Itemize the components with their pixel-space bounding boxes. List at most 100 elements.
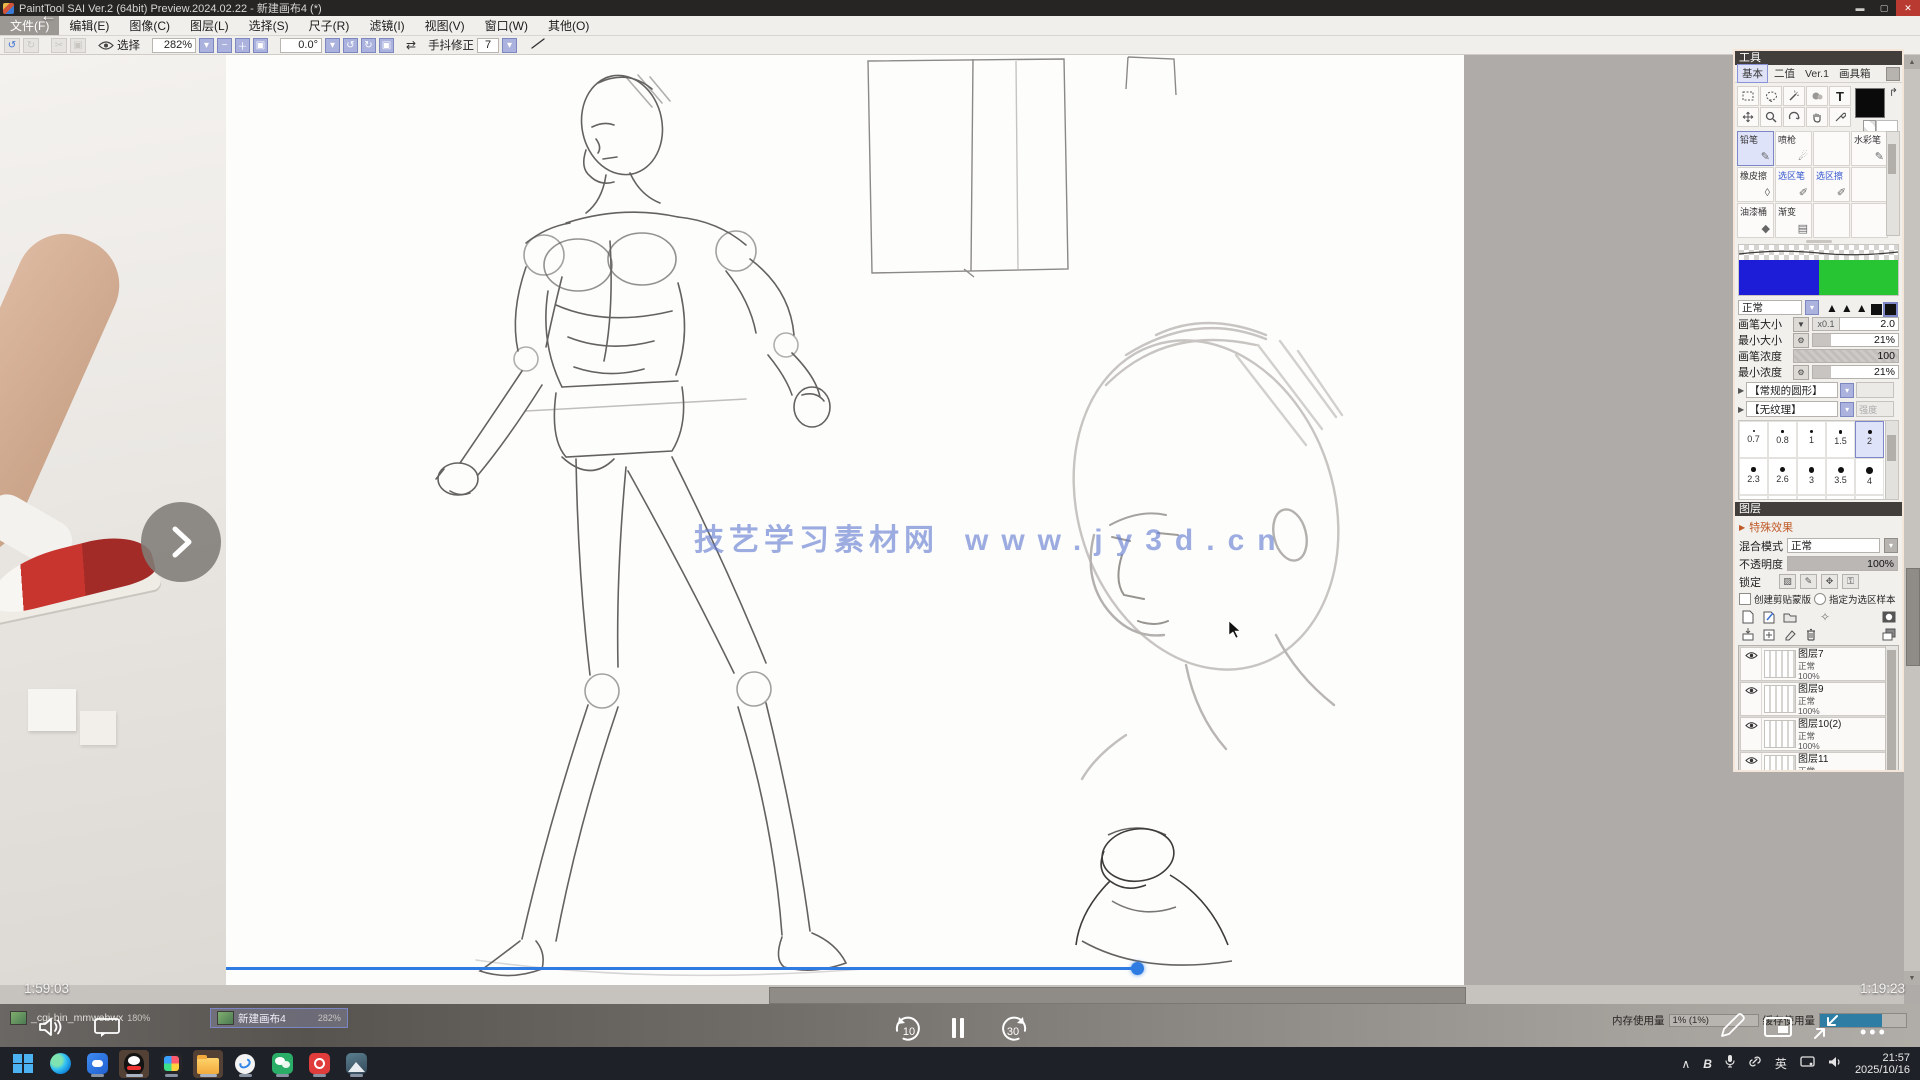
size-preset[interactable] (1768, 495, 1797, 500)
rect-select-icon[interactable] (1737, 86, 1759, 106)
layer-row[interactable]: 图层9正常100% (1740, 682, 1897, 716)
taskbar-edge[interactable] (45, 1050, 75, 1078)
size-preset[interactable] (1739, 495, 1768, 500)
lock-transparency-icon[interactable]: ▨ (1779, 574, 1796, 589)
hand-tool-icon[interactable] (1806, 107, 1828, 127)
tray-app-icon[interactable]: B (1703, 1057, 1712, 1071)
size-preset[interactable]: 2.3 (1739, 458, 1768, 495)
taskbar-explorer[interactable] (193, 1050, 223, 1078)
new-layer-icon[interactable] (1740, 609, 1756, 624)
menu-edit[interactable]: 编辑(E) (59, 16, 119, 35)
video-progress-knob[interactable] (1131, 962, 1144, 975)
start-button[interactable] (8, 1050, 38, 1078)
magic-wand-icon[interactable] (1783, 86, 1805, 106)
stabilizer-value[interactable]: 7 (477, 38, 499, 53)
flip-icon[interactable]: ⇄ (406, 38, 416, 52)
brush-texture-select[interactable]: 【无纹理】 (1746, 401, 1838, 417)
maximize-button[interactable]: ▢ (1872, 0, 1896, 16)
scroll-up-icon[interactable]: ▲ (1904, 55, 1920, 69)
lock-pixels-icon[interactable]: ✎ (1800, 574, 1817, 589)
size-preset[interactable]: 3 (1797, 458, 1826, 495)
taskbar-qq[interactable] (119, 1050, 149, 1078)
brush-shape-dropdown-icon[interactable]: ▾ (1840, 383, 1854, 398)
brush-blend-mode[interactable]: 正常 (1738, 300, 1802, 315)
forward-30-button[interactable]: 30 (998, 1015, 1028, 1048)
taskbar-photos[interactable] (341, 1050, 371, 1078)
display-icon[interactable] (1800, 1055, 1815, 1073)
annotate-pencil-icon[interactable] (1716, 1012, 1746, 1047)
more-options-icon[interactable]: ••• (1860, 1022, 1888, 1043)
menu-window[interactable]: 窗口(W) (475, 16, 538, 35)
brush-edge-shapes[interactable]: ▲▲▲ (1826, 301, 1896, 315)
horizontal-scroll-thumb[interactable] (769, 987, 1466, 1004)
minimize-button[interactable]: ▬ (1848, 0, 1872, 16)
brush-bucket[interactable]: 油漆桶◆ (1737, 203, 1774, 238)
curve-tool-icon[interactable]: ✧ (1817, 609, 1833, 624)
menu-filter[interactable]: 滤镜(I) (359, 16, 414, 35)
undo-icon[interactable]: ↺ (4, 38, 20, 53)
size-preset[interactable]: 3.5 (1826, 458, 1855, 495)
close-button[interactable]: ✕ (1896, 0, 1920, 16)
new-pen-layer-icon[interactable] (1761, 609, 1777, 624)
size-preset[interactable]: 2.6 (1768, 458, 1797, 495)
size-preset[interactable]: 0.7 (1739, 421, 1768, 458)
volume-icon[interactable] (38, 1016, 64, 1043)
scroll-down-icon[interactable]: ▼ (1904, 971, 1920, 985)
rotate-reset-button[interactable]: ▣ (379, 38, 394, 53)
zoom-reset-button[interactable]: ▣ (253, 38, 268, 53)
menu-others[interactable]: 其他(O) (538, 16, 599, 35)
size-preset-selected[interactable]: 2 (1855, 421, 1884, 458)
stabilizer-dropdown-icon[interactable]: ▾ (502, 38, 517, 53)
video-progress-bar[interactable] (226, 967, 1139, 970)
clipping-mask-checkbox[interactable] (1739, 593, 1751, 605)
link-icon[interactable] (1748, 1055, 1762, 1073)
brush-empty-slot[interactable] (1813, 131, 1850, 166)
brush-size-dropdown-icon[interactable]: ▼ (1793, 317, 1809, 332)
quick-select-icon[interactable] (1806, 86, 1828, 106)
expand-icon[interactable]: ▶ (1738, 386, 1744, 395)
redo-icon[interactable]: ↻ (23, 38, 39, 53)
tab-basic[interactable]: 基本 (1737, 64, 1768, 83)
delete-layer-icon[interactable] (1803, 627, 1819, 642)
eyedropper-icon[interactable] (1829, 107, 1851, 127)
tab-binary[interactable]: 二值 (1770, 65, 1799, 82)
menu-image[interactable]: 图像(C) (119, 16, 180, 35)
vertical-scroll-thumb[interactable] (1906, 568, 1920, 666)
layer-visibility-icon[interactable] (1741, 648, 1761, 663)
add-layer-icon[interactable] (1761, 627, 1777, 642)
size-preset[interactable]: 0.8 (1768, 421, 1797, 458)
size-preset[interactable]: 4 (1855, 458, 1884, 495)
player-back-button[interactable]: ← (40, 6, 57, 26)
text-tool-icon[interactable]: T (1829, 86, 1851, 106)
menu-view[interactable]: 视图(V) (415, 16, 475, 35)
mix-color-blue[interactable] (1739, 260, 1819, 295)
primary-color-swatch[interactable] (1855, 88, 1885, 118)
microphone-icon[interactable] (1725, 1054, 1735, 1073)
angle-value[interactable]: 0.0° (280, 38, 322, 53)
rewind-10-button[interactable]: 10 (894, 1015, 924, 1048)
color-mix-preview[interactable] (1738, 244, 1899, 296)
speaker-icon[interactable] (1828, 1055, 1842, 1073)
brush-selection-pen[interactable]: 选区笔✐ (1775, 167, 1812, 202)
swap-colors-icon[interactable]: ↱ (1889, 86, 1898, 99)
lasso-icon[interactable] (1760, 86, 1782, 106)
layer-visibility-icon[interactable] (1741, 683, 1761, 698)
next-image-button[interactable] (141, 502, 221, 582)
brush-empty-slot[interactable] (1813, 203, 1850, 238)
mix-color-green[interactable] (1819, 260, 1899, 295)
opacity-slider[interactable]: 100% (1787, 556, 1898, 571)
min-size-button[interactable]: ⚙ (1793, 333, 1809, 348)
layer-blend-dropdown-icon[interactable]: ▾ (1884, 538, 1898, 553)
layer-visibility-icon[interactable] (1741, 718, 1761, 733)
zoom-dropdown-icon[interactable]: ▾ (199, 38, 214, 53)
taskbar-netdisk[interactable] (82, 1050, 112, 1078)
layer-row[interactable]: 图层10(2)正常100% (1740, 717, 1897, 751)
brush-empty-slot[interactable] (1851, 203, 1888, 238)
preset-scrollbar[interactable] (1885, 421, 1898, 499)
brush-texture-dropdown-icon[interactable]: ▾ (1840, 402, 1854, 417)
duplicate-layer-icon[interactable] (1881, 627, 1897, 642)
copy-button[interactable]: ▣ (70, 38, 86, 53)
rotate-ccw-button[interactable]: ↺ (343, 38, 358, 53)
brush-grid-scrollbar[interactable] (1886, 131, 1900, 236)
taskbar-qianniu[interactable] (230, 1050, 260, 1078)
